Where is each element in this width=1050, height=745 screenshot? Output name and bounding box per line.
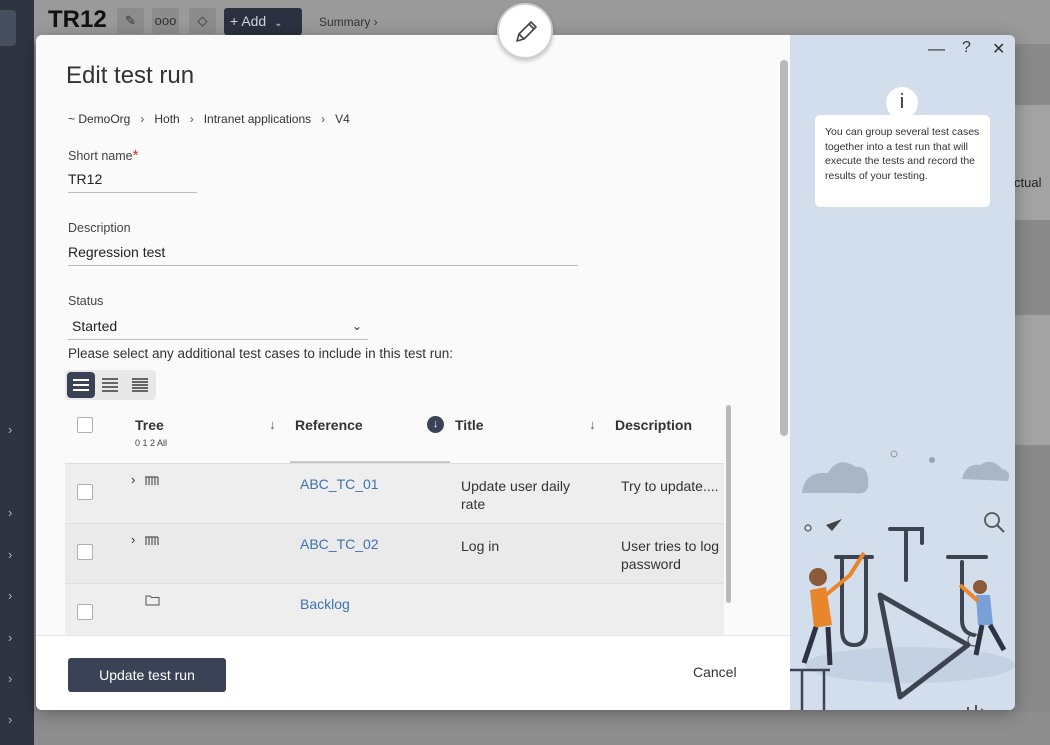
table-row[interactable]: › ABC_TC_02 Log in User tries to log pass… xyxy=(65,523,724,583)
help-icon[interactable]: ? xyxy=(962,39,971,57)
status-select[interactable]: Started xyxy=(72,318,117,334)
sort-arrow-icon[interactable]: ↓ xyxy=(589,417,596,432)
folder-icon xyxy=(145,595,160,606)
title-cell: Update user daily rate xyxy=(461,478,570,512)
sort-active-icon[interactable]: ↓ xyxy=(427,416,444,433)
tag-icon[interactable]: ◇ xyxy=(189,8,216,34)
row-checkbox[interactable] xyxy=(77,484,93,500)
more-icon[interactable]: ooo xyxy=(152,8,179,34)
edit-icon[interactable]: ✎ xyxy=(117,8,144,34)
summary-link[interactable]: Summary › xyxy=(319,15,378,29)
background-actual-label: ctual xyxy=(1014,175,1042,190)
test-case-icon xyxy=(145,536,159,545)
test-cases-table: Tree 0 1 2 All ↓ Reference ↓ Title ↓ Des… xyxy=(65,405,724,635)
background-panel xyxy=(1015,315,1050,445)
add-button[interactable]: + Add ⌄ xyxy=(224,8,302,35)
description-underline xyxy=(68,265,578,266)
dense-view-icon[interactable] xyxy=(126,372,154,398)
breadcrumb: ~ DemoOrg › Hoth › Intranet applications… xyxy=(68,112,350,126)
testing-illustration xyxy=(790,450,1015,710)
dialog-scrollbar[interactable] xyxy=(780,60,788,436)
short-name-underline xyxy=(68,192,197,193)
info-text: You can group several test cases togethe… xyxy=(815,115,990,207)
dialog-footer: Update test run Cancel xyxy=(36,635,790,710)
table-header: Tree 0 1 2 All ↓ Reference ↓ Title ↓ Des… xyxy=(65,405,724,463)
rail-handle[interactable] xyxy=(0,10,16,46)
column-header-reference[interactable]: Reference xyxy=(295,417,363,433)
sort-arrow-icon[interactable]: ↓ xyxy=(269,417,276,432)
chevron-right-icon[interactable]: › xyxy=(8,713,22,727)
breadcrumb-separator-icon: › xyxy=(140,112,145,126)
status-label: Status xyxy=(68,294,104,308)
column-header-title[interactable]: Title xyxy=(455,417,484,433)
test-case-icon xyxy=(145,476,159,485)
update-test-run-button[interactable]: Update test run xyxy=(68,658,226,692)
description-cell: User tries to log password xyxy=(621,538,720,572)
row-checkbox[interactable] xyxy=(77,604,93,620)
compact-view-icon[interactable] xyxy=(96,372,124,398)
reference-link[interactable]: ABC_TC_01 xyxy=(300,476,379,492)
status-underline xyxy=(68,339,368,340)
breadcrumb-separator-icon: › xyxy=(321,112,326,126)
reference-link[interactable]: Backlog xyxy=(300,596,350,612)
column-header-tree[interactable]: Tree xyxy=(135,417,164,433)
chevron-right-icon[interactable]: › xyxy=(8,423,22,437)
description-field[interactable]: Regression test xyxy=(68,244,165,260)
tree-level-selector[interactable]: 0 1 2 All xyxy=(135,438,167,448)
breadcrumb-item[interactable]: Intranet applications xyxy=(204,112,311,126)
edit-mode-badge xyxy=(497,3,553,59)
chevron-down-icon[interactable]: ⌄ xyxy=(352,319,362,333)
breadcrumb-item[interactable]: ~ DemoOrg xyxy=(68,112,130,126)
select-all-checkbox[interactable] xyxy=(77,417,93,433)
table-scrollbar[interactable] xyxy=(726,405,731,603)
description-label: Description xyxy=(68,221,131,235)
table-row[interactable]: › ABC_TC_01 Update user daily rate Try to… xyxy=(65,463,724,523)
short-name-field[interactable]: TR12 xyxy=(68,171,102,187)
plus-icon: + xyxy=(230,13,239,29)
expand-icon[interactable]: › xyxy=(131,472,135,487)
left-navigation-rail: › › › › › › › xyxy=(0,0,34,745)
required-marker: * xyxy=(132,147,139,164)
breadcrumb-item[interactable]: Hoth xyxy=(154,112,179,126)
breadcrumb-item[interactable]: V4 xyxy=(335,112,350,126)
chevron-right-icon[interactable]: › xyxy=(8,631,22,645)
expand-icon[interactable]: › xyxy=(131,532,135,547)
pencil-icon xyxy=(516,21,537,42)
description-cell: Try to update.... xyxy=(621,478,719,494)
chevron-right-icon[interactable]: › xyxy=(8,548,22,562)
chevron-down-icon: ⌄ xyxy=(274,18,283,29)
background-bottom xyxy=(34,712,1050,745)
help-side-panel: — ? ✕ i You can group several test cases… xyxy=(790,35,1015,710)
title-cell: Log in xyxy=(461,538,500,554)
minimize-icon[interactable]: — xyxy=(928,39,945,59)
close-icon[interactable]: ✕ xyxy=(992,39,1005,59)
instructions-text: Please select any additional test cases … xyxy=(68,346,453,361)
row-checkbox[interactable] xyxy=(77,544,93,560)
list-view-icon[interactable] xyxy=(67,372,95,398)
add-label: Add xyxy=(241,13,267,29)
edit-test-run-dialog: Edit test run ~ DemoOrg › Hoth › Intrane… xyxy=(36,35,1015,710)
column-header-description[interactable]: Description xyxy=(615,417,692,433)
chevron-right-icon[interactable]: › xyxy=(8,672,22,686)
breadcrumb-separator-icon: › xyxy=(189,112,194,126)
table-row[interactable]: Backlog xyxy=(65,583,724,635)
chevron-right-icon[interactable]: › xyxy=(8,506,22,520)
dialog-main: Edit test run ~ DemoOrg › Hoth › Intrane… xyxy=(36,35,790,635)
reference-link[interactable]: ABC_TC_02 xyxy=(300,536,379,552)
dialog-title: Edit test run xyxy=(66,62,195,89)
cancel-button[interactable]: Cancel xyxy=(693,664,737,680)
view-density-toggle xyxy=(65,370,156,400)
chevron-right-icon[interactable]: › xyxy=(8,589,22,603)
short-name-label: Short name* xyxy=(68,147,139,164)
background-panel xyxy=(1015,105,1050,220)
background-title: TR12 xyxy=(48,6,107,33)
